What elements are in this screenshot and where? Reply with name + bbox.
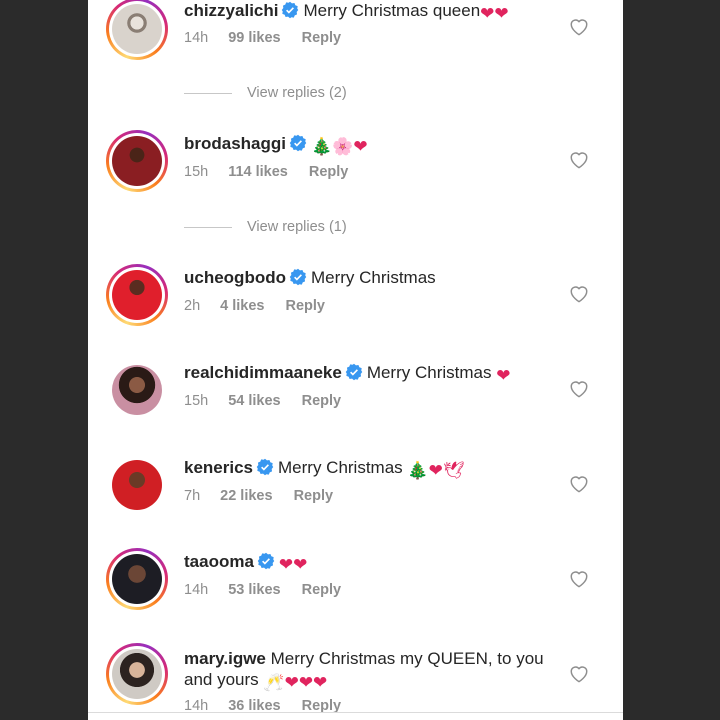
avatar-story-ring[interactable] bbox=[106, 130, 168, 192]
comment-username[interactable]: kenerics bbox=[184, 458, 253, 477]
comment-text: Merry Christmas bbox=[310, 268, 436, 287]
comment-likes[interactable]: 99 likes bbox=[228, 30, 280, 46]
comment-username[interactable]: ucheogbodo bbox=[184, 268, 286, 287]
avatar-story-ring[interactable] bbox=[106, 264, 168, 326]
comment-likes[interactable]: 54 likes bbox=[228, 393, 280, 409]
divider bbox=[184, 226, 232, 228]
reply-button[interactable]: Reply bbox=[285, 298, 325, 314]
avatar-story-ring[interactable] bbox=[106, 0, 168, 60]
verified-badge-icon bbox=[256, 458, 274, 481]
comment-username[interactable]: taaooma bbox=[184, 552, 254, 571]
comment-username[interactable]: brodashaggi bbox=[184, 134, 286, 153]
avatar-story-ring[interactable] bbox=[106, 643, 168, 705]
comment-text: Merry Christmas bbox=[366, 363, 492, 382]
comment-time: 14h bbox=[184, 582, 209, 598]
comment-time: 7h bbox=[184, 488, 201, 504]
comment-username[interactable]: realchidimmaaneke bbox=[184, 363, 342, 382]
reply-button[interactable]: Reply bbox=[309, 164, 349, 180]
divider bbox=[88, 712, 623, 713]
view-replies-button[interactable]: View replies (1) bbox=[184, 219, 347, 235]
comment-text: Merry Christmas bbox=[278, 458, 403, 477]
comment-time: 15h bbox=[184, 393, 209, 409]
emoji-heart: ❤ bbox=[496, 366, 511, 385]
heart-outline-icon[interactable] bbox=[568, 568, 592, 590]
divider bbox=[184, 92, 232, 94]
heart-outline-icon[interactable] bbox=[568, 283, 592, 305]
heart-outline-icon[interactable] bbox=[568, 378, 592, 400]
comment-time: 2h bbox=[184, 298, 201, 314]
comment-likes[interactable]: 53 likes bbox=[228, 582, 280, 598]
emoji-tree-flower-heart: 🎄🌸❤ bbox=[311, 137, 368, 156]
reply-button[interactable]: Reply bbox=[302, 393, 342, 409]
emoji-hearts: ❤❤ bbox=[278, 555, 308, 574]
view-replies-button[interactable]: View replies (2) bbox=[184, 85, 347, 101]
avatar bbox=[112, 649, 162, 699]
comment-likes[interactable]: 114 likes bbox=[228, 164, 288, 180]
heart-outline-icon[interactable] bbox=[568, 16, 592, 38]
avatar[interactable] bbox=[106, 359, 168, 421]
comment-username[interactable]: chizzyalichi bbox=[184, 1, 278, 20]
comment-likes[interactable]: 22 likes bbox=[220, 488, 272, 504]
verified-badge-icon bbox=[345, 363, 363, 386]
comments-panel: chizzyalichi Merry Christmas queen❤❤ 14h 9… bbox=[88, 0, 623, 720]
verified-badge-icon bbox=[257, 552, 275, 575]
reply-button[interactable]: Reply bbox=[302, 30, 342, 46]
avatar bbox=[112, 270, 162, 320]
comment-likes[interactable]: 4 likes bbox=[220, 298, 264, 314]
avatar[interactable] bbox=[106, 454, 168, 516]
avatar-story-ring[interactable] bbox=[106, 548, 168, 610]
comment-username[interactable]: mary.igwe bbox=[184, 649, 266, 668]
comment-time: 15h bbox=[184, 164, 209, 180]
comment-time: 14h bbox=[184, 30, 209, 46]
heart-outline-icon[interactable] bbox=[568, 149, 592, 171]
reply-button[interactable]: Reply bbox=[294, 488, 334, 504]
comment-text: Merry Christmas queen bbox=[303, 1, 481, 20]
verified-badge-icon bbox=[289, 268, 307, 291]
avatar bbox=[112, 136, 162, 186]
verified-badge-icon bbox=[281, 1, 299, 24]
heart-outline-icon[interactable] bbox=[568, 663, 592, 685]
avatar bbox=[112, 554, 162, 604]
verified-badge-icon bbox=[289, 134, 307, 157]
reply-button[interactable]: Reply bbox=[302, 582, 342, 598]
emoji-hearts: ❤❤ bbox=[480, 4, 509, 23]
avatar bbox=[112, 4, 162, 54]
emoji-tree-heart-dove: 🎄❤🕊 bbox=[407, 461, 465, 480]
heart-outline-icon[interactable] bbox=[568, 473, 592, 495]
emoji-champagne-hearts: 🥂❤❤❤ bbox=[263, 673, 328, 692]
